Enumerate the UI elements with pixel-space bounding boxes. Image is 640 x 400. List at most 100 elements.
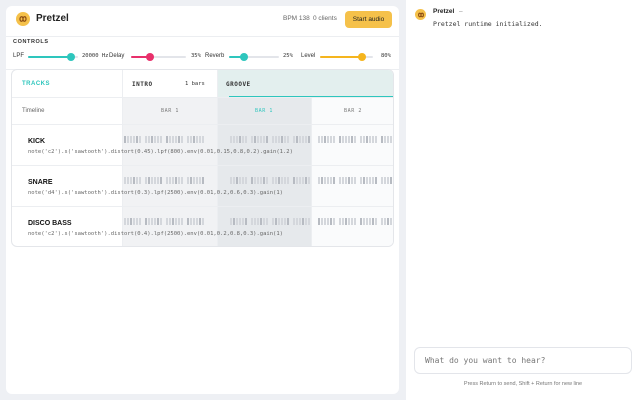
tracks-heading: TRACKS <box>22 81 50 87</box>
section-intro-label[interactable]: INTRO <box>132 81 153 88</box>
lpf-slider[interactable] <box>28 53 78 61</box>
step-block <box>330 177 332 184</box>
step-block <box>393 218 394 225</box>
step-block <box>360 177 362 184</box>
step-block <box>202 136 204 143</box>
step-block <box>348 177 350 184</box>
arrangement-grid: TRACKS INTRO 1 bars GROOVE Timeline BAR … <box>11 69 394 247</box>
step-block <box>354 218 356 225</box>
step-block <box>257 177 259 184</box>
step-block <box>233 136 235 143</box>
step-block <box>327 218 329 225</box>
step-block <box>272 218 274 225</box>
step-block <box>333 136 335 143</box>
pattern-cell[interactable] <box>230 177 313 184</box>
step-block <box>293 136 295 143</box>
step-block <box>160 177 162 184</box>
pattern-cell[interactable] <box>318 218 394 225</box>
step-block <box>284 218 286 225</box>
step-block <box>278 218 280 225</box>
start-audio-button[interactable]: Start audio <box>345 11 392 28</box>
pattern-cell[interactable] <box>230 218 313 225</box>
pattern-cell[interactable] <box>318 177 393 184</box>
step-block <box>145 177 147 184</box>
chat-hint: Press Return to send, Shift + Return for… <box>463 381 583 387</box>
step-block <box>169 218 171 225</box>
step-block <box>154 136 156 143</box>
chat-input[interactable]: What do you want to hear? <box>414 347 632 374</box>
step-block <box>251 218 253 225</box>
step-block <box>363 136 365 143</box>
step-block <box>275 218 277 225</box>
step-block <box>230 218 232 225</box>
step-block <box>272 136 274 143</box>
grid-line <box>12 206 393 207</box>
bar-header-groove-1[interactable]: BAR 1 <box>217 97 311 124</box>
step-block <box>387 177 389 184</box>
step-block <box>324 177 326 184</box>
pattern-cell[interactable] <box>124 136 207 143</box>
step-block <box>148 218 150 225</box>
track-code-snare: note('d4').s('sawtooth').distort(0.3).lp… <box>28 190 283 196</box>
step-block <box>327 136 329 143</box>
lpf-slider-knob[interactable] <box>66 53 75 61</box>
step-block <box>360 136 362 143</box>
step-block <box>263 177 265 184</box>
step-block <box>130 136 132 143</box>
pattern-cell[interactable] <box>124 218 207 225</box>
step-block <box>160 218 162 225</box>
pattern-cell[interactable] <box>230 136 313 143</box>
step-block <box>199 218 201 225</box>
step-block <box>263 218 265 225</box>
step-block <box>151 218 153 225</box>
app-header: Pretzel BPM 138 0 clients Start audio <box>6 6 399 34</box>
step-block <box>239 136 241 143</box>
step-block <box>242 218 244 225</box>
controls-heading: CONTROLS <box>13 39 49 45</box>
step-block <box>133 218 135 225</box>
grid-line <box>217 70 218 246</box>
reverb-control: Reverb 25% <box>205 52 299 62</box>
track-name-kick[interactable]: KICK <box>28 138 45 145</box>
pattern-cell[interactable] <box>124 177 207 184</box>
level-slider[interactable] <box>320 53 373 61</box>
step-block <box>145 136 147 143</box>
step-block <box>266 136 268 143</box>
step-block <box>178 177 180 184</box>
bpm-readout: BPM 138 <box>283 15 310 22</box>
step-block <box>390 177 392 184</box>
track-name-disco-bass[interactable]: DISCO BASS <box>28 220 72 227</box>
step-block <box>257 136 259 143</box>
level-slider-knob[interactable] <box>358 53 367 61</box>
step-block <box>345 218 347 225</box>
step-block <box>199 177 201 184</box>
lpf-control: LPF 20000 Hz <box>13 52 111 62</box>
bar-header-intro-1[interactable]: BAR 1 <box>123 97 217 124</box>
track-name-snare[interactable]: SNARE <box>28 179 53 186</box>
step-block <box>133 177 135 184</box>
delay-slider-knob[interactable] <box>146 53 155 61</box>
step-block <box>139 177 141 184</box>
step-block <box>236 136 238 143</box>
step-block <box>284 177 286 184</box>
bar-header-groove-2[interactable]: BAR 2 <box>311 97 393 124</box>
step-block <box>169 177 171 184</box>
step-block <box>348 136 350 143</box>
step-block <box>242 177 244 184</box>
step-block <box>363 218 365 225</box>
reverb-slider-knob[interactable] <box>240 53 248 61</box>
step-block <box>130 218 132 225</box>
step-block <box>296 136 298 143</box>
step-block <box>366 218 368 225</box>
pattern-cell[interactable] <box>318 136 393 143</box>
delay-slider[interactable] <box>131 53 186 61</box>
bot-status-dash: – <box>459 8 463 15</box>
bot-message: Pretzel runtime initialized. <box>433 20 543 28</box>
step-block <box>175 136 177 143</box>
reverb-slider[interactable] <box>229 53 279 61</box>
step-block <box>381 218 383 225</box>
step-block <box>193 218 195 225</box>
step-block <box>233 218 235 225</box>
level-control: Level 80% <box>301 52 393 62</box>
section-groove-label[interactable]: GROOVE <box>226 81 251 88</box>
